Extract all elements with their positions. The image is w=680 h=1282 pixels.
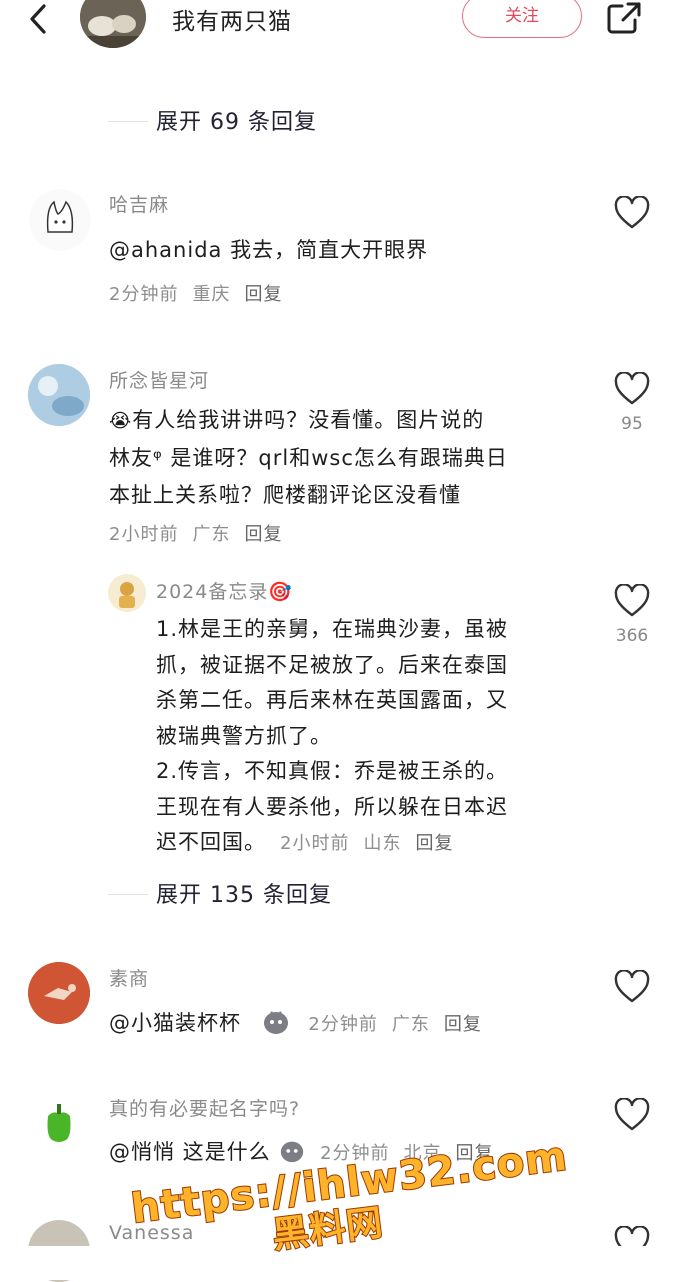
- comment-text: @小猫装杯杯 2分钟前 广东 回复: [109, 1005, 482, 1043]
- comment-location: 广东: [192, 524, 231, 545]
- bottom-input-bar[interactable]: [0, 1246, 680, 1280]
- follow-button[interactable]: 关注: [462, 0, 582, 38]
- comment-username[interactable]: 哈吉麻: [109, 190, 169, 217]
- reply-meta: 2小时前 山东 回复: [280, 833, 453, 854]
- reply-line: 被瑞典警方抓了。: [156, 723, 332, 748]
- comment-location: 广东: [391, 1014, 430, 1035]
- back-arrow-icon[interactable]: [22, 2, 56, 36]
- comment-location: 重庆: [192, 284, 231, 305]
- commenter-avatar[interactable]: [28, 188, 92, 252]
- reply-button[interactable]: 回复: [244, 284, 282, 305]
- comment-text: 😭有人给我讲讲吗？没看懂。图片说的 林友ᵠ 是谁呀？qrl和wsc怎么有跟瑞典日…: [109, 402, 508, 514]
- top-bar: 我有两只猫 关注: [0, 0, 680, 58]
- sticker-icon: [263, 1011, 288, 1034]
- reply-text: 1.林是王的亲舅，在瑞典沙妻，虽被 抓，被证据不足被放了。后来在泰国 杀第二任。…: [156, 612, 508, 862]
- comment-meta: 2分钟前 重庆 回复: [109, 280, 282, 306]
- expand-replies-button[interactable]: 展开 69 条回复: [156, 104, 317, 136]
- comment-line: @小猫装杯杯: [109, 1011, 241, 1035]
- comment-line: 有人给我讲讲吗？没看懂。图片说的: [132, 408, 485, 432]
- comment-line: 本扯上关系啦？爬楼翻评论区没看懂: [109, 483, 461, 507]
- comment-meta: 2小时前 广东 回复: [109, 520, 282, 546]
- reply-line: 杀第二任。再后来林在英国露面，又: [156, 688, 508, 712]
- comment-line: @悄悄 这是什么: [109, 1140, 271, 1164]
- author-avatar[interactable]: [80, 0, 146, 48]
- comment-time: 2分钟前: [109, 284, 179, 305]
- comment-username[interactable]: 真的有必要起名字吗?: [109, 1094, 300, 1121]
- crying-emoji: 😭: [109, 410, 133, 432]
- like-heart-icon[interactable]: [614, 1098, 650, 1132]
- share-icon[interactable]: [604, 0, 644, 36]
- comment-text: @ahanida 我去，简直大开眼界: [109, 238, 429, 262]
- reply-button[interactable]: 回复: [444, 1014, 482, 1035]
- reply-line: 1.林是王的亲舅，在瑞典沙妻，虽被: [156, 617, 509, 641]
- reply-line: 抓，被证据不足被放了。后来在泰国: [156, 652, 508, 677]
- reply-line: 2.传言，不知真假：乔是被王杀的。: [156, 759, 509, 783]
- comment-line: 林友ᵠ 是谁呀？qrl和wsc怎么有跟瑞典日: [109, 446, 508, 470]
- page-title: 我有两只猫: [172, 9, 292, 35]
- commenter-avatar[interactable]: [28, 364, 90, 426]
- reply-location: 山东: [363, 833, 402, 854]
- reply-avatar[interactable]: [108, 574, 146, 612]
- reply-username[interactable]: 2024备忘录🎯: [156, 577, 293, 604]
- comment-time: 2小时前: [109, 524, 179, 545]
- like-count: 366: [615, 626, 649, 646]
- expand-replies-button[interactable]: 展开 135 条回复: [156, 877, 332, 909]
- reply-line: 王现在有人要杀他，所以躲在日本迟: [156, 794, 508, 819]
- comment-meta: 2分钟前 广东 回复: [308, 1014, 481, 1035]
- like-heart-icon[interactable]: [614, 196, 650, 230]
- reply-button[interactable]: 回复: [415, 833, 453, 854]
- comment-username[interactable]: 素商: [109, 964, 149, 991]
- expand-divider: [108, 121, 148, 122]
- reply-time: 2小时前: [280, 833, 350, 854]
- reply-line: 迟不回国。: [156, 830, 266, 854]
- expand-divider: [108, 894, 148, 895]
- comment-time: 2分钟前: [308, 1014, 378, 1035]
- commenter-avatar[interactable]: [28, 962, 90, 1024]
- commenter-avatar[interactable]: [28, 1092, 90, 1154]
- like-heart-icon[interactable]: [614, 372, 650, 406]
- like-heart-icon[interactable]: [614, 584, 650, 618]
- reply-button[interactable]: 回复: [244, 524, 282, 545]
- like-count: 95: [621, 414, 643, 434]
- like-heart-icon[interactable]: [614, 970, 650, 1004]
- sticker-icon: [281, 1141, 304, 1163]
- comment-username[interactable]: 所念皆星河: [109, 366, 209, 393]
